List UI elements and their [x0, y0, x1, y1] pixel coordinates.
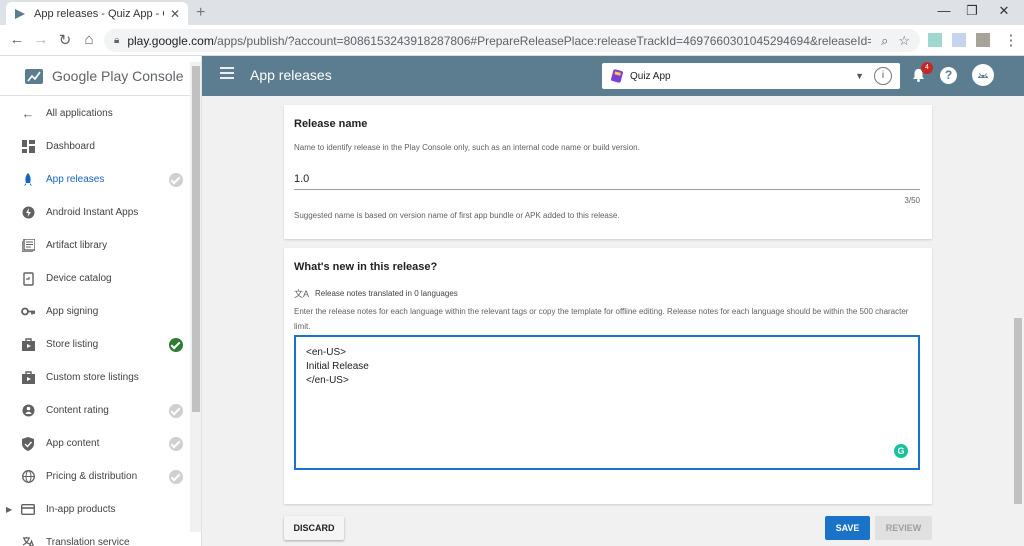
sidebar-item-app-content[interactable]: App content	[0, 427, 201, 460]
card-icon	[20, 502, 36, 518]
rocket-icon	[20, 172, 36, 188]
sidebar-item-device-catalog[interactable]: Device catalog	[0, 262, 201, 295]
arrow-back-icon: ←	[21, 106, 35, 121]
sidebar-item-content-rating[interactable]: Content rating	[0, 394, 201, 427]
address-bar[interactable]: 🔒︎ play.google.com/apps/publish/?account…	[104, 29, 920, 52]
close-window-icon[interactable]: ✕	[994, 3, 1014, 19]
release-name-suggestion: Suggested name is based on version name …	[294, 211, 620, 220]
play-console-logo-icon	[25, 68, 43, 84]
shield-icon	[20, 436, 36, 452]
input-underline	[294, 189, 920, 190]
translated-languages: 文A Release notes translated in 0 languag…	[294, 289, 458, 299]
account-avatar[interactable]	[972, 64, 994, 86]
brand-name: Google Play Console	[52, 67, 184, 84]
help-icon[interactable]: ?	[940, 67, 957, 84]
sidebar-item-android-instant-apps[interactable]: Android Instant Apps	[0, 196, 201, 229]
whats-new-help: Enter the release notes for each languag…	[294, 307, 909, 331]
sidebar-item-translation-service[interactable]: Translation service	[0, 526, 201, 546]
menu-icon[interactable]	[220, 67, 234, 79]
status-pending-icon	[169, 403, 183, 418]
sidebar-item-custom-store-listings[interactable]: Custom store listings	[0, 361, 201, 394]
reload-icon[interactable]: ↻	[56, 31, 74, 49]
rating-icon	[20, 403, 36, 419]
zoom-icon[interactable]: ⌕	[881, 33, 888, 49]
instant-apps-icon	[20, 205, 36, 221]
app-name: Quiz App	[630, 70, 671, 82]
translate-icon	[20, 535, 36, 546]
chevron-down-icon: ▼	[855, 71, 864, 81]
main-content: Release name Name to identify release in…	[202, 96, 1012, 546]
character-counter: 3/50	[904, 196, 920, 205]
sidebar-item-in-app-products[interactable]: ▶ In-app products	[0, 493, 201, 526]
device-icon	[20, 271, 36, 287]
info-icon[interactable]: i	[874, 67, 892, 85]
play-console-brand[interactable]: Google Play Console	[0, 56, 201, 96]
status-complete-icon	[169, 337, 183, 352]
browser-tabstrip: App releases - Quiz App - Googl… ✕ + — ❐…	[0, 0, 1024, 25]
globe-icon	[20, 469, 36, 485]
main-scrollbar-thumb[interactable]	[1014, 318, 1022, 504]
url-text: play.google.com/apps/publish/?account=80…	[127, 33, 872, 48]
release-notes-textarea[interactable]: <en-US> Initial Release </en-US> G	[294, 335, 920, 470]
sidebar-item-store-listing[interactable]: Store listing	[0, 328, 201, 361]
profile-icon[interactable]	[976, 33, 990, 47]
browser-toolbar: ← → ↻ ⌂ 🔒︎ play.google.com/apps/publish/…	[0, 25, 1024, 56]
release-name-help: Name to identify release in the Play Con…	[294, 143, 640, 152]
discard-button[interactable]: DISCARD	[284, 516, 344, 540]
tab-close-icon[interactable]: ✕	[170, 7, 180, 21]
sidebar-item-pricing-distribution[interactable]: Pricing & distribution	[0, 460, 201, 493]
page-title: App releases	[250, 67, 332, 83]
sidebar-item-all-applications[interactable]: ← All applications	[0, 97, 201, 130]
app-icon	[611, 69, 623, 83]
sidebar-item-dashboard[interactable]: Dashboard	[0, 130, 201, 163]
release-name-title: Release name	[294, 118, 368, 130]
tab-title: App releases - Quiz App - Googl…	[34, 7, 164, 20]
store-icon	[20, 370, 36, 386]
new-tab-icon[interactable]: +	[196, 4, 205, 22]
bookmark-star-icon[interactable]: ☆	[898, 33, 910, 49]
sidebar-item-artifact-library[interactable]: Artifact library	[0, 229, 201, 262]
restore-icon[interactable]: ❐	[962, 3, 982, 19]
store-icon	[20, 337, 36, 353]
app-header: App releases Quiz App ▼ i 4 ?	[202, 56, 1024, 96]
forward-icon[interactable]: →	[32, 31, 50, 48]
grammarly-icon[interactable]: G	[894, 444, 908, 458]
release-name-card: Release name Name to identify release in…	[284, 105, 932, 239]
sidebar: Google Play Console ← All applications D…	[0, 56, 202, 546]
key-icon	[20, 304, 36, 320]
browser-menu-icon[interactable]: ⋮	[1002, 31, 1020, 49]
sidebar-item-app-signing[interactable]: App signing	[0, 295, 201, 328]
sidebar-item-app-releases[interactable]: App releases	[0, 163, 201, 196]
lock-icon: 🔒︎	[114, 35, 120, 46]
library-icon	[20, 238, 36, 254]
expand-caret-icon[interactable]: ▶	[6, 505, 12, 514]
sidebar-scrollbar-thumb[interactable]	[192, 66, 200, 412]
whats-new-card: What's new in this release? 文A Release n…	[284, 248, 932, 504]
dashboard-icon	[20, 139, 36, 155]
release-name-input[interactable]: 1.0	[294, 173, 309, 185]
notification-count-badge: 4	[921, 62, 933, 74]
home-icon[interactable]: ⌂	[80, 31, 98, 48]
save-button[interactable]: SAVE	[825, 516, 870, 540]
minimize-icon[interactable]: —	[934, 3, 954, 18]
browser-tab[interactable]: App releases - Quiz App - Googl… ✕	[6, 2, 188, 25]
app-selector[interactable]: Quiz App ▼ i	[602, 63, 900, 89]
status-pending-icon	[169, 172, 183, 187]
play-console-favicon-icon	[15, 8, 25, 19]
back-icon[interactable]: ←	[8, 31, 26, 48]
status-pending-icon	[169, 469, 183, 484]
whats-new-title: What's new in this release?	[294, 261, 438, 273]
translate-icon: 文A	[294, 289, 310, 299]
extension-icon[interactable]	[928, 33, 942, 47]
review-button[interactable]: REVIEW	[875, 516, 932, 540]
extension-icon[interactable]	[952, 33, 966, 47]
status-pending-icon	[169, 436, 183, 451]
